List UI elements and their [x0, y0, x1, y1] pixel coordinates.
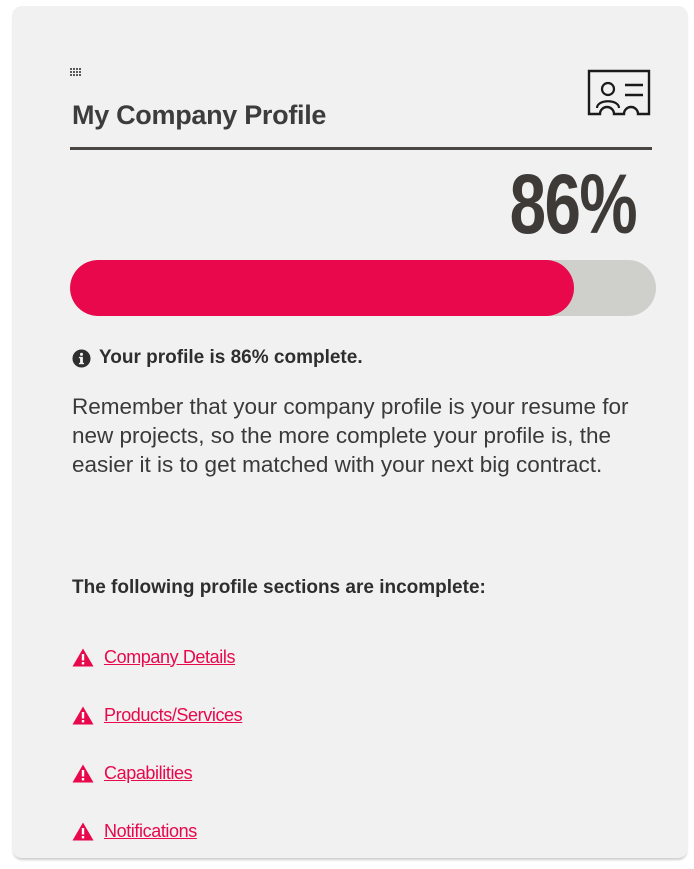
link-products-services[interactable]: Products/Services [104, 705, 243, 726]
completion-status: Your profile is 86% complete. [72, 347, 363, 369]
info-icon [72, 348, 91, 368]
list-item: Products/Services [72, 686, 243, 744]
completion-progress-fill [70, 260, 574, 316]
list-item: Capabilities [72, 744, 242, 802]
warning-icon [72, 648, 94, 666]
list-item: Notifications [72, 802, 242, 860]
link-capabilities[interactable]: Capabilities [104, 763, 193, 784]
warning-icon [72, 764, 94, 782]
grip-icon[interactable] [70, 68, 82, 77]
incomplete-sections-list: Company Details Products/Services Capabi… [72, 628, 243, 860]
title-divider [70, 147, 652, 150]
completion-percent: 86% [509, 157, 638, 251]
widget-title: My Company Profile [72, 100, 327, 130]
profile-description: Remember that your company profile is yo… [72, 394, 629, 477]
link-notifications[interactable]: Notifications [104, 821, 197, 842]
list-item: Company Details [72, 628, 242, 686]
warning-icon [72, 822, 94, 840]
completion-progress-bar [70, 260, 656, 316]
company-profile-widget: My Company Profile 86% Your profile is 8… [12, 6, 688, 858]
warning-icon [72, 706, 94, 724]
profile-card-icon [587, 69, 651, 116]
status-text: Your profile is 86% complete. [99, 347, 363, 368]
incomplete-sections-heading: The following profile sections are incom… [72, 577, 486, 598]
link-company-details[interactable]: Company Details [104, 647, 235, 668]
